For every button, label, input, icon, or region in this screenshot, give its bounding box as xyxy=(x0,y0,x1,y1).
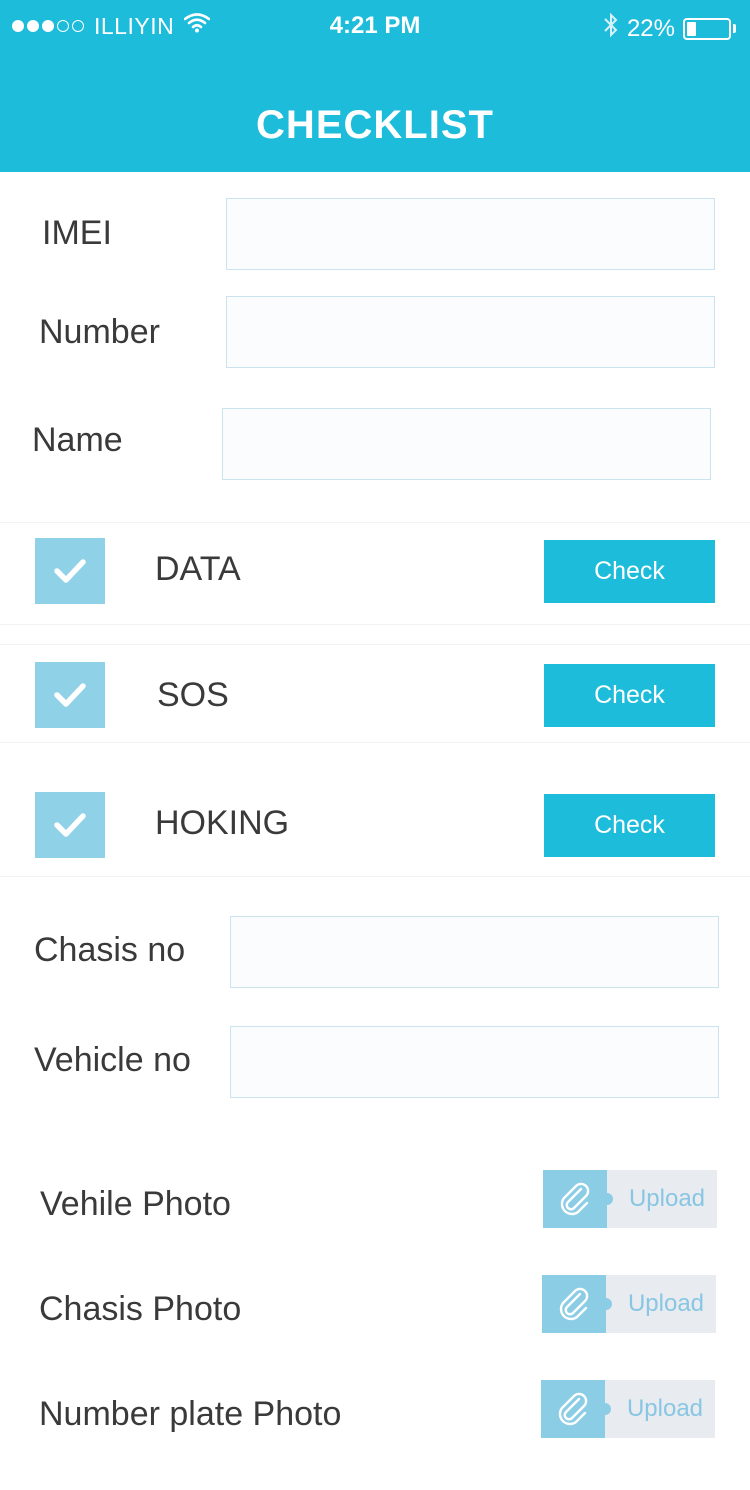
hoking-label: HOKING xyxy=(155,804,290,842)
upload-label: Upload xyxy=(605,1380,715,1438)
divider xyxy=(0,742,750,743)
sos-checkbox[interactable] xyxy=(35,662,105,728)
battery-tip xyxy=(733,24,736,33)
vehicle-photo-upload-button[interactable]: Upload xyxy=(543,1170,717,1228)
number-label: Number xyxy=(39,313,160,351)
data-check-button[interactable]: Check xyxy=(544,540,715,603)
divider xyxy=(0,644,750,645)
vehicle-photo-label: Vehile Photo xyxy=(40,1185,231,1223)
chasis-no-input[interactable] xyxy=(230,916,719,988)
number-plate-photo-upload-button[interactable]: Upload xyxy=(541,1380,715,1438)
chasis-photo-upload-button[interactable]: Upload xyxy=(542,1275,716,1333)
vehicle-no-label: Vehicle no xyxy=(34,1041,191,1079)
checkmark-icon xyxy=(54,683,86,707)
battery-level xyxy=(687,21,696,36)
imei-label: IMEI xyxy=(42,214,112,252)
status-right: 22% xyxy=(603,12,736,45)
upload-label: Upload xyxy=(607,1170,717,1228)
name-input[interactable] xyxy=(222,408,711,480)
number-input[interactable] xyxy=(226,296,715,368)
paperclip-icon xyxy=(542,1275,612,1333)
paperclip-icon xyxy=(543,1170,613,1228)
divider xyxy=(0,876,750,877)
data-checkbox[interactable] xyxy=(35,538,105,604)
checkmark-icon xyxy=(54,559,86,583)
bluetooth-icon xyxy=(603,12,619,45)
divider xyxy=(0,624,750,625)
number-plate-photo-label: Number plate Photo xyxy=(39,1395,342,1433)
status-bar: ILLIYIN 4:21 PM 22% xyxy=(0,0,750,52)
paperclip-icon xyxy=(541,1380,611,1438)
hoking-checkbox[interactable] xyxy=(35,792,105,858)
upload-label: Upload xyxy=(606,1275,716,1333)
sos-label: SOS xyxy=(157,676,229,714)
battery-percent: 22% xyxy=(626,14,675,42)
chasis-no-label: Chasis no xyxy=(34,931,186,969)
name-label: Name xyxy=(32,421,123,459)
battery-icon xyxy=(683,17,731,40)
vehicle-no-input[interactable] xyxy=(230,1026,719,1098)
hoking-check-button[interactable]: Check xyxy=(544,794,715,857)
imei-input[interactable] xyxy=(226,198,715,270)
app-header: ILLIYIN 4:21 PM 22% CHECKLIST xyxy=(0,0,750,172)
divider xyxy=(0,522,750,523)
data-label: DATA xyxy=(155,550,241,588)
sos-check-button[interactable]: Check xyxy=(544,664,715,727)
checkmark-icon xyxy=(54,813,86,837)
chasis-photo-label: Chasis Photo xyxy=(39,1290,242,1328)
page-title: CHECKLIST xyxy=(256,103,494,147)
